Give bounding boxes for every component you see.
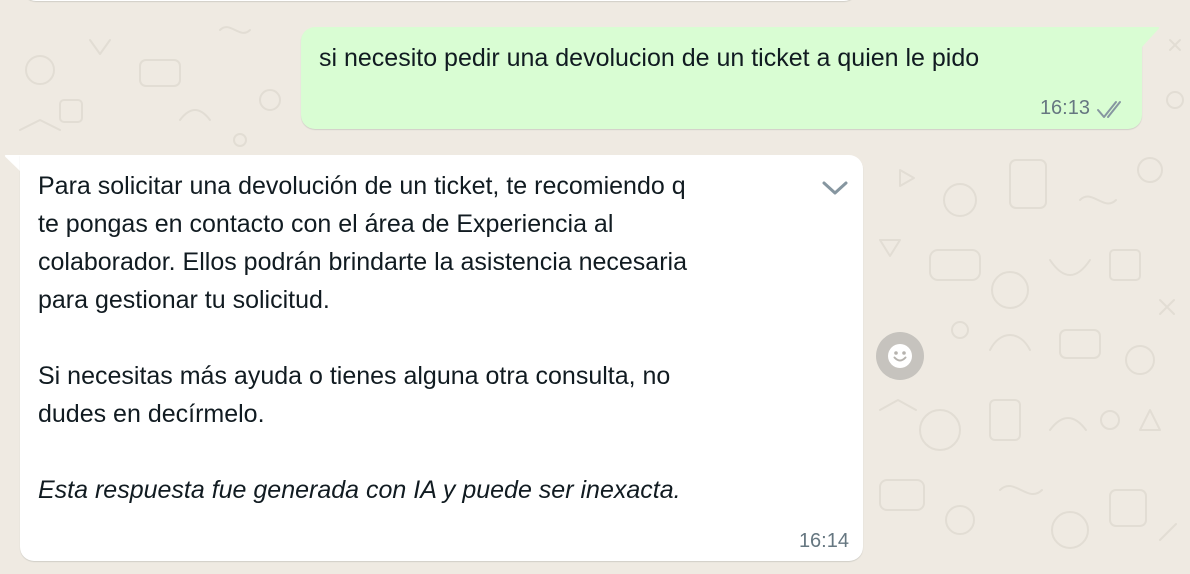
incoming-message-time: 16:14 [798, 530, 849, 552]
outgoing-bubble-tail [1140, 27, 1160, 47]
incoming-message-text: Para solicitar una devolución de un tick… [38, 167, 808, 509]
incoming-message-meta: 16:14 [799, 530, 849, 553]
ai-disclaimer-text: Esta respuesta fue generada con IA y pue… [38, 476, 681, 504]
previous-message-bubble [22, 0, 858, 1]
react-button[interactable] [876, 332, 924, 380]
message-menu-button[interactable] [813, 171, 849, 205]
smiley-icon [888, 344, 912, 368]
chevron-down-icon [822, 181, 848, 195]
outgoing-message-time: 16:13 [1039, 97, 1090, 119]
incoming-message-paragraph: Para solicitar una devolución de un tick… [38, 172, 687, 314]
outgoing-message-meta: 16:13 [1040, 97, 1128, 120]
incoming-message-bubble[interactable]: Para solicitar una devolución de un tick… [20, 155, 863, 561]
outgoing-message-text: si necesito pedir una devolucion de un t… [319, 44, 980, 72]
outgoing-message-bubble[interactable]: si necesito pedir una devolucion de un t… [301, 27, 1142, 129]
double-check-icon [1097, 100, 1121, 118]
incoming-message-paragraph: Si necesitas más ayuda o tienes alguna o… [38, 362, 671, 428]
